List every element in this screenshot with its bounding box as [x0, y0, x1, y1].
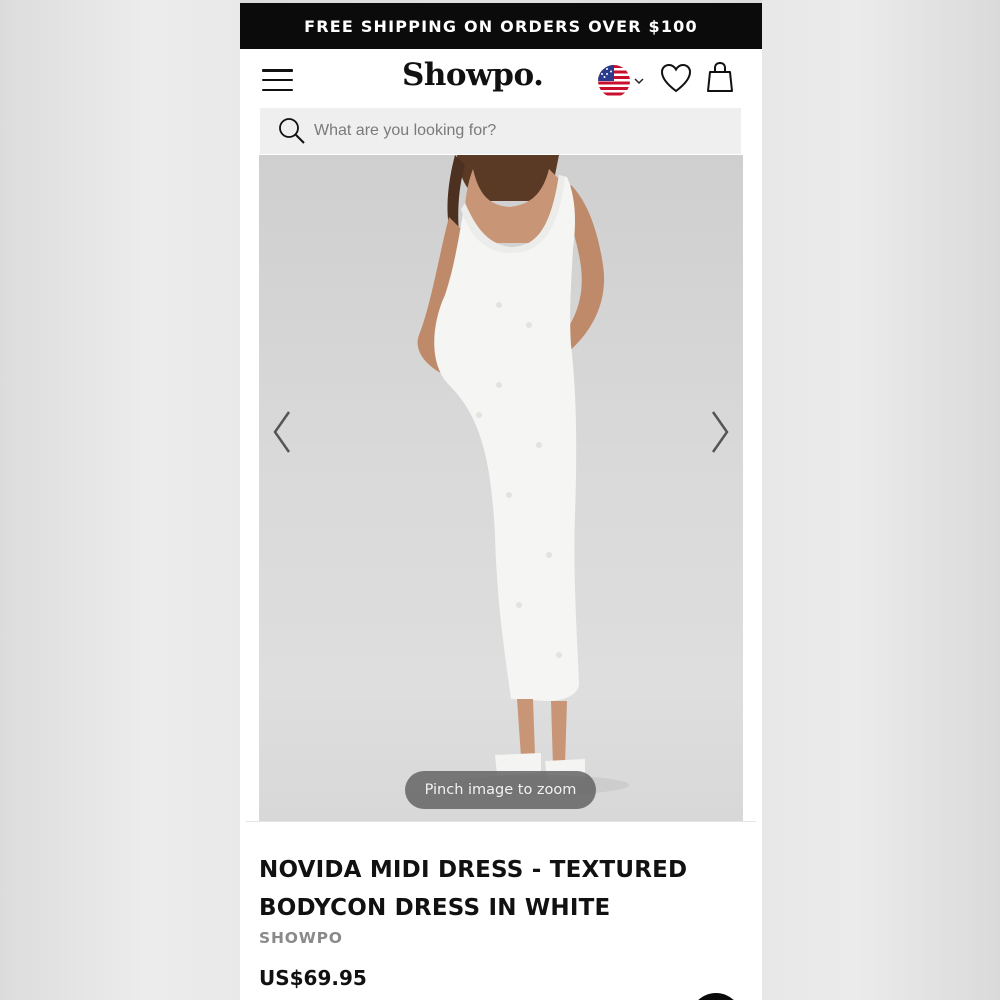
search-input[interactable] — [314, 122, 714, 140]
background-left — [0, 0, 240, 1000]
heart-icon[interactable] — [660, 63, 692, 93]
divider — [246, 821, 756, 822]
product-title: NOVIDA MIDI DRESS - TEXTURED BODYCON DRE… — [259, 851, 719, 927]
product-photo — [417, 155, 629, 795]
product-price: US$69.95 — [259, 966, 367, 990]
shopping-bag-icon[interactable] — [706, 61, 734, 93]
region-selector[interactable] — [598, 65, 644, 97]
product-image-gallery[interactable]: Pinch image to zoom — [259, 155, 743, 821]
pinch-zoom-hint: Pinch image to zoom — [405, 771, 596, 809]
site-header: Showpo. — [240, 49, 762, 109]
promo-banner: FREE SHIPPING ON ORDERS OVER $100 — [240, 3, 762, 49]
search-icon — [279, 118, 305, 144]
chevron-down-icon — [634, 78, 644, 85]
chevron-right-icon[interactable] — [709, 410, 731, 454]
showpo-logo[interactable]: Showpo. — [402, 57, 544, 93]
us-flag-icon — [598, 65, 630, 97]
chevron-left-icon[interactable] — [271, 410, 293, 454]
background-right — [762, 0, 1000, 1000]
product-brand[interactable]: SHOWPO — [259, 929, 343, 947]
hamburger-menu-icon[interactable] — [262, 69, 293, 91]
chat-button[interactable] — [690, 993, 742, 1000]
promo-text: FREE SHIPPING ON ORDERS OVER $100 — [304, 16, 698, 36]
product-title-line-2: BODYCON DRESS IN WHITE — [259, 895, 611, 921]
product-title-line-1: NOVIDA MIDI DRESS - TEXTURED — [259, 857, 688, 883]
mobile-page: FREE SHIPPING ON ORDERS OVER $100 Showpo… — [240, 3, 762, 1000]
search-bar[interactable] — [260, 108, 741, 154]
